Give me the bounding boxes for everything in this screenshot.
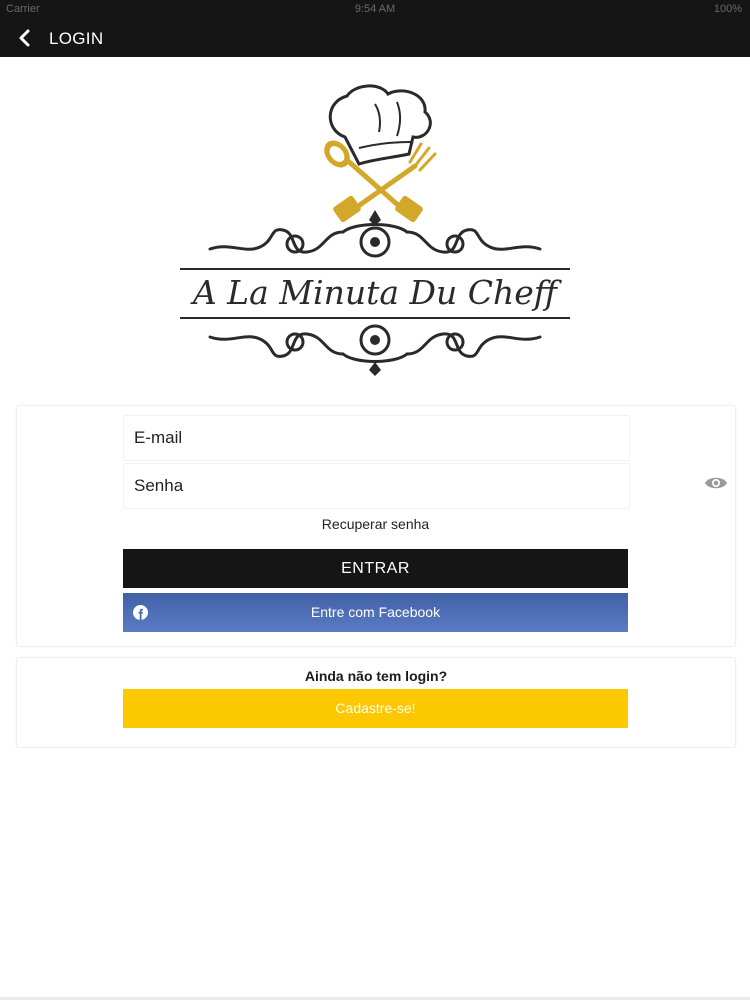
password-label: Senha	[134, 476, 184, 495]
signup-button[interactable]: Cadastre-se!	[123, 689, 628, 728]
login-button[interactable]: ENTRAR	[123, 549, 628, 588]
page-title: LOGIN	[49, 29, 104, 48]
logo-text: A La Minuta Du Cheff	[190, 273, 563, 312]
brand-logo: A La Minuta Du Cheff	[175, 82, 575, 382]
eye-icon[interactable]	[704, 473, 728, 493]
status-bar: Carrier 9:54 AM 100%	[0, 0, 750, 20]
signup-card: Ainda não tem login? Cadastre-se!	[16, 657, 736, 748]
back-button[interactable]	[14, 26, 38, 50]
login-card: E-mail Senha Recuperar senha ENTRAR Entr…	[16, 405, 736, 647]
battery-label: 100%	[713, 3, 742, 15]
email-label: E-mail	[134, 428, 183, 447]
email-field[interactable]: E-mail	[123, 415, 630, 461]
facebook-button-label: Entre com Facebook	[310, 604, 441, 620]
password-field[interactable]: Senha	[123, 463, 630, 509]
clock: 9:54 AM	[354, 3, 396, 15]
signup-question: Ainda não tem login?	[304, 668, 448, 684]
nav-bar: LOGIN	[0, 20, 750, 57]
facebook-icon	[133, 605, 148, 620]
facebook-login-button[interactable]: Entre com Facebook	[123, 593, 628, 632]
chevron-left-icon	[19, 29, 30, 47]
recover-password-link[interactable]: Recuperar senha	[123, 516, 628, 532]
